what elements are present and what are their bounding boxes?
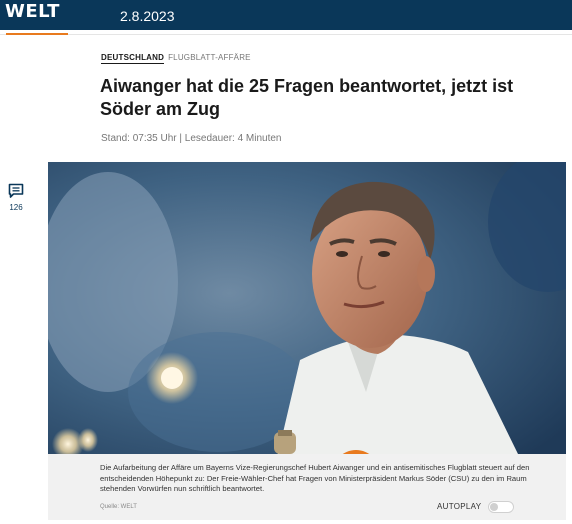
video-caption-panel: Die Aufarbeitung der Affäre um Bayerns V… <box>48 454 566 520</box>
article-headline: Aiwanger hat die 25 Fragen beantwortet, … <box>100 76 514 119</box>
toggle-knob <box>490 503 498 511</box>
comment-count: 126 <box>9 203 23 212</box>
comment-icon <box>8 183 24 198</box>
autoplay-label: AUTOPLAY <box>437 502 482 511</box>
article-kicker: DEUTSCHLAND FLUGBLATT-AFFÄRE <box>101 53 251 64</box>
header-date: 2.8.2023 <box>120 8 175 24</box>
autoplay-toggle[interactable] <box>488 501 514 513</box>
nav-divider <box>0 34 572 35</box>
comments-button[interactable]: 126 <box>6 183 26 212</box>
welt-logo[interactable]: WELT <box>5 1 60 22</box>
video-thumbnail <box>48 162 566 454</box>
video-source: Quelle: WELT <box>100 504 137 510</box>
video-player[interactable] <box>48 162 566 454</box>
video-caption: Die Aufarbeitung der Affäre um Bayerns V… <box>100 463 530 493</box>
topic-label[interactable]: FLUGBLATT-AFFÄRE <box>168 53 251 62</box>
active-nav-indicator <box>6 33 68 35</box>
article-meta: Stand: 07:35 Uhr | Lesedauer: 4 Minuten <box>101 133 282 144</box>
category-link[interactable]: DEUTSCHLAND <box>101 53 165 64</box>
top-bar: WELT 2.8.2023 <box>0 0 572 30</box>
